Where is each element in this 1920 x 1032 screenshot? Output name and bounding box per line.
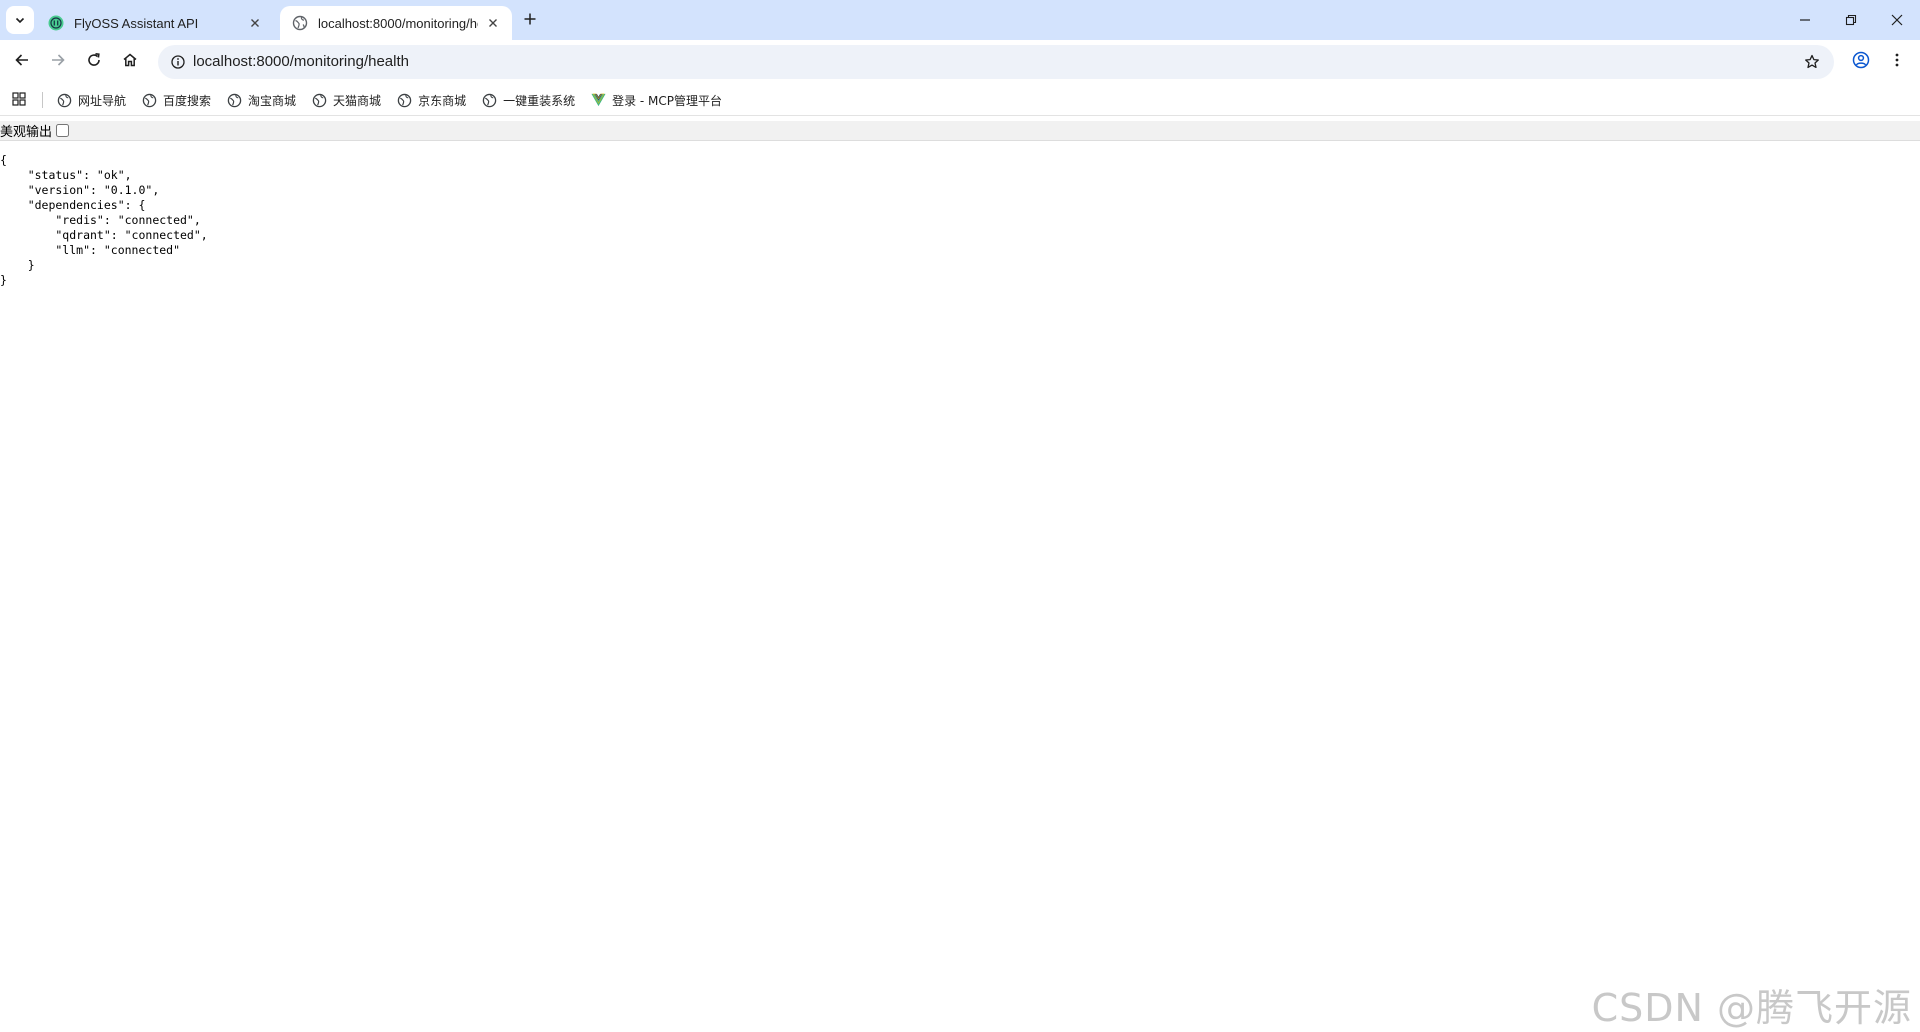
- bookmark-label: 一键重装系统: [503, 93, 576, 108]
- json-line: }: [0, 258, 35, 272]
- globe-icon: [141, 92, 157, 108]
- bookmark-star-icon[interactable]: [1800, 50, 1824, 74]
- minimize-icon: [1799, 11, 1811, 30]
- apps-grid-icon: [12, 91, 26, 110]
- json-line: }: [0, 273, 7, 287]
- close-icon[interactable]: [246, 14, 264, 32]
- bookmark-item[interactable]: 百度搜索: [141, 87, 211, 113]
- close-icon: [1891, 11, 1903, 30]
- globe-icon: [481, 92, 497, 108]
- json-line: {: [0, 153, 7, 167]
- back-button[interactable]: [7, 47, 37, 77]
- json-line: "dependencies": {: [0, 198, 146, 212]
- bookmark-label: 京东商城: [418, 93, 467, 108]
- new-tab-button[interactable]: [518, 8, 542, 32]
- json-line: "llm": "connected": [0, 243, 181, 257]
- json-line: "qdrant": "connected",: [0, 228, 208, 242]
- arrow-right-icon: [50, 52, 66, 72]
- plus-icon: [523, 11, 537, 30]
- tab-flyoss-assistant-api[interactable]: FlyOSS Assistant API: [36, 6, 274, 40]
- json-line: "redis": "connected",: [0, 213, 201, 227]
- bookmark-label: 登录 - MCP管理平台: [612, 93, 723, 108]
- more-vert-icon: [1889, 52, 1905, 72]
- globe-icon: [226, 92, 242, 108]
- pretty-print-label[interactable]: 美观输出: [0, 121, 52, 140]
- bookmarks-separator: [42, 92, 43, 108]
- menu-button[interactable]: [1882, 47, 1912, 77]
- vue-logo-icon: [590, 92, 606, 108]
- reload-icon: [86, 52, 102, 72]
- home-icon: [122, 52, 138, 72]
- browser-toolbar: localhost:8000/monitoring/health: [0, 40, 1920, 84]
- tab-title: FlyOSS Assistant API: [74, 15, 199, 31]
- profile-icon: [1852, 51, 1870, 73]
- json-line: "version": "0.1.0",: [0, 183, 160, 197]
- bookmark-item[interactable]: 网址导航: [56, 87, 126, 113]
- reload-button[interactable]: [79, 47, 109, 77]
- apps-button[interactable]: [10, 91, 28, 109]
- restore-icon: [1845, 11, 1857, 30]
- pretty-print-bar: 美观输出: [0, 121, 1920, 141]
- bookmark-item[interactable]: 天猫商城: [311, 87, 381, 113]
- api-docs-icon: [48, 15, 64, 31]
- address-bar[interactable]: localhost:8000/monitoring/health: [158, 45, 1834, 79]
- globe-icon: [396, 92, 412, 108]
- restore-button[interactable]: [1828, 0, 1874, 40]
- chevron-down-icon: [14, 11, 26, 30]
- close-window-button[interactable]: [1874, 0, 1920, 40]
- tab-title: localhost:8000/monitoring/health: [318, 15, 478, 31]
- bookmark-label: 淘宝商城: [248, 93, 297, 108]
- profile-button[interactable]: [1846, 47, 1876, 77]
- globe-icon: [311, 92, 327, 108]
- globe-icon: [56, 92, 72, 108]
- bookmark-item[interactable]: 登录 - MCP管理平台: [590, 87, 722, 113]
- bookmark-list: 网址导航 百度搜索 淘宝商城 天猫商城 京东商城 一键重装系统 登录 - MCP…: [56, 84, 737, 116]
- bookmark-item[interactable]: 一键重装系统: [481, 87, 575, 113]
- pretty-print-checkbox[interactable]: [56, 124, 70, 137]
- bookmark-label: 网址导航: [78, 93, 127, 108]
- bookmark-item[interactable]: 淘宝商城: [226, 87, 296, 113]
- json-response: { "status": "ok", "version": "0.1.0", "d…: [0, 153, 208, 288]
- url-text[interactable]: localhost:8000/monitoring/health: [193, 45, 409, 79]
- tab-search-button[interactable]: [6, 6, 34, 34]
- minimize-button[interactable]: [1782, 0, 1828, 40]
- close-icon[interactable]: [484, 14, 502, 32]
- bookmarks-bar: 网址导航 百度搜索 淘宝商城 天猫商城 京东商城 一键重装系统 登录 - MCP…: [0, 84, 1920, 116]
- forward-button[interactable]: [43, 47, 73, 77]
- bookmark-label: 百度搜索: [163, 93, 212, 108]
- home-button[interactable]: [115, 47, 145, 77]
- tab-localhost-health[interactable]: localhost:8000/monitoring/health: [280, 6, 512, 40]
- bookmark-label: 天猫商城: [333, 93, 382, 108]
- json-line: "status": "ok",: [0, 168, 132, 182]
- bookmark-item[interactable]: 京东商城: [396, 87, 466, 113]
- globe-icon: [292, 15, 308, 31]
- watermark: CSDN @腾飞开源: [1591, 986, 1912, 1030]
- arrow-left-icon: [14, 52, 30, 72]
- tab-strip: FlyOSS Assistant API localhost:8000/moni…: [0, 0, 1920, 40]
- info-icon[interactable]: [166, 50, 190, 74]
